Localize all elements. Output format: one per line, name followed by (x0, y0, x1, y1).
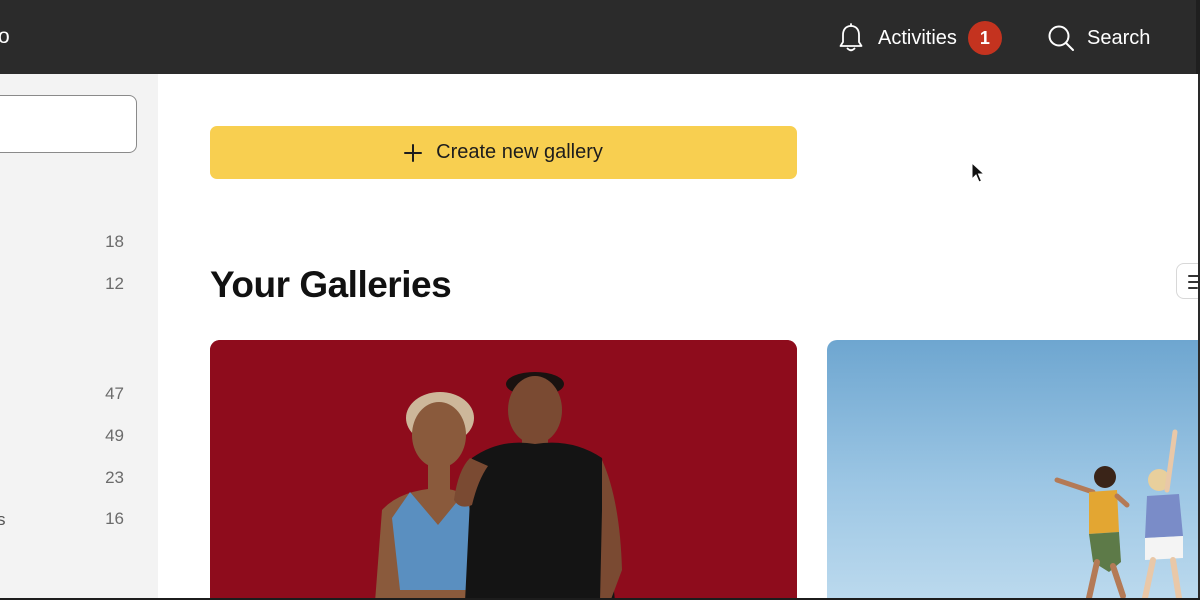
bell-icon (838, 23, 864, 53)
gallery-card[interactable] (210, 340, 797, 600)
top-bar: o Activities 1 Search (0, 0, 1200, 74)
sidebar: 18 12 47 49 23 16 s (0, 74, 158, 600)
activities-label: Activities (878, 26, 957, 49)
mouse-pointer-icon (971, 162, 985, 183)
gallery-card[interactable] (827, 340, 1200, 600)
sidebar-item-count[interactable]: 16 (105, 509, 124, 529)
sidebar-item-count[interactable]: 49 (105, 426, 124, 446)
search-icon (1047, 24, 1075, 52)
window-edge (1196, 0, 1200, 74)
gallery-cover-image (1054, 429, 1183, 600)
sidebar-item-count[interactable]: 23 (105, 468, 124, 488)
activities-count-badge: 1 (967, 21, 1002, 55)
sort-button[interactable] (1176, 263, 1200, 299)
sidebar-item-count[interactable]: 47 (105, 384, 124, 404)
brand-logo-fragment[interactable]: o (0, 25, 10, 49)
sidebar-item-count[interactable]: 18 (105, 232, 124, 252)
activities-button[interactable]: Activities 1 (838, 20, 1002, 56)
page-title: Your Galleries (210, 264, 452, 305)
create-gallery-button[interactable]: Create new gallery (210, 126, 797, 179)
sidebar-item-label-fragment: s (0, 510, 6, 529)
search-label: Search (1087, 26, 1151, 49)
create-gallery-label: Create new gallery (436, 141, 603, 163)
gallery-cover-image (210, 340, 797, 600)
sidebar-item-count[interactable]: 12 (105, 274, 124, 294)
sidebar-search-input[interactable] (0, 95, 137, 153)
search-button[interactable]: Search (1047, 20, 1150, 56)
plus-icon (404, 143, 436, 162)
